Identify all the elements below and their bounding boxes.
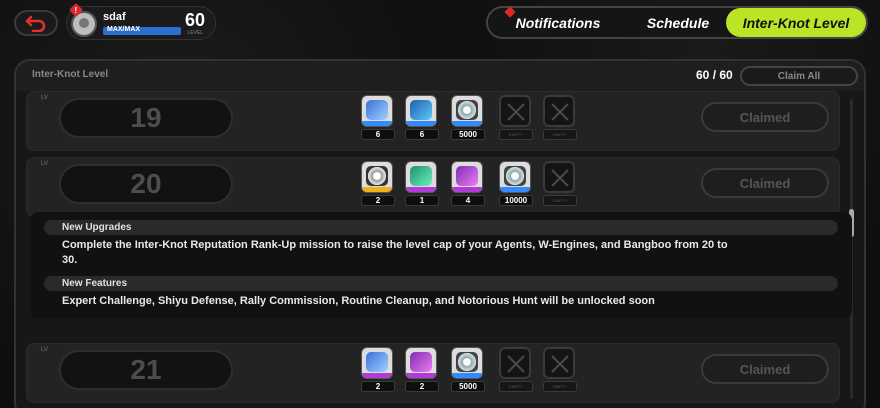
reward-empty-slot: EMPTY: [543, 347, 577, 393]
reward-qty: EMPTY: [543, 381, 577, 392]
wheel-icon: [456, 352, 478, 372]
row-lv-tag: LV: [41, 161, 48, 167]
row-level-number: 20: [59, 164, 233, 204]
reward-qty: 2: [361, 195, 395, 206]
wheel-icon: [504, 166, 526, 186]
reward-qty: EMPTY: [499, 129, 533, 140]
reward-qty: 6: [361, 129, 395, 140]
tab-bar: Notifications Schedule Inter-Knot Level: [486, 6, 868, 39]
reward-qty: 4: [451, 195, 485, 206]
reward-item[interactable]: 2: [361, 161, 395, 207]
new-features-heading: New Features: [44, 276, 838, 291]
claimed-button[interactable]: Claimed: [701, 168, 829, 198]
inter-knot-level-panel: Inter-Knot Level 60 / 60 Claim All LV 19…: [14, 59, 866, 408]
reward-item[interactable]: 5000: [451, 347, 485, 393]
player-level: 60: [184, 10, 205, 30]
reward-qty: 2: [361, 381, 395, 392]
reward-item[interactable]: 6: [361, 95, 395, 141]
tab-inter-knot-level[interactable]: Inter-Knot Level: [726, 8, 866, 37]
wheel-icon: [456, 100, 478, 120]
notification-alert-icon: [504, 6, 516, 18]
new-upgrades-text: Complete the Inter-Knot Reputation Rank-…: [62, 239, 728, 251]
level-progress-current: 60: [696, 68, 710, 82]
key-green-icon: [410, 166, 432, 186]
exp-bar: MAX/MAX: [103, 26, 181, 35]
exp-label: MAX/MAX: [107, 26, 141, 33]
reward-item[interactable]: 4: [451, 161, 485, 207]
reward-item[interactable]: 5000: [451, 95, 485, 141]
reward-item[interactable]: 2: [361, 347, 395, 393]
level-progress-sep: /: [709, 68, 720, 82]
row-level-number: 21: [59, 350, 233, 390]
reward-qty: 10000: [499, 195, 533, 206]
car-blue-icon: [366, 100, 388, 120]
claimed-button[interactable]: Claimed: [701, 102, 829, 132]
reward-item[interactable]: 10000: [499, 161, 533, 207]
claim-all-button[interactable]: Claim All: [740, 66, 858, 86]
player-level-tag: LEVEL: [187, 30, 203, 36]
new-upgrades-text-cont: 30.: [62, 254, 78, 266]
empty-slot-icon: [551, 355, 569, 373]
row-level-number: 19: [59, 98, 233, 138]
empty-slot-icon: [507, 355, 525, 373]
empty-slot-icon: [507, 103, 525, 121]
claimed-button[interactable]: Claimed: [701, 354, 829, 384]
reward-qty: EMPTY: [543, 195, 577, 206]
reward-qty: EMPTY: [543, 129, 577, 140]
row-lv-tag: LV: [41, 347, 48, 353]
level-progress-total: 60: [719, 68, 733, 82]
tab-notifications-label: Notifications: [515, 14, 601, 31]
car-pink-icon: [456, 166, 478, 186]
reward-qty: 5000: [451, 381, 485, 392]
reward-qty: 5000: [451, 129, 485, 140]
row-lv-tag: LV: [41, 95, 48, 101]
level-details: New Upgrades Complete the Inter-Knot Rep…: [30, 212, 852, 318]
reward-empty-slot: EMPTY: [543, 95, 577, 141]
empty-slot-icon: [551, 169, 569, 187]
tab-notifications[interactable]: Notifications: [498, 6, 618, 37]
wheel-gold-icon: [366, 166, 388, 186]
reward-item[interactable]: 6: [405, 95, 439, 141]
new-features-text: Expert Challenge, Shiyu Defense, Rally C…: [62, 295, 655, 307]
tab-inter-knot-level-label: Inter-Knot Level: [742, 14, 850, 31]
car-blue-icon: [366, 352, 388, 372]
reward-qty: 6: [405, 129, 439, 140]
username: sdaf: [103, 11, 126, 23]
reward-empty-slot: EMPTY: [543, 161, 577, 207]
panel-header: Inter-Knot Level 60 / 60 Claim All: [16, 61, 864, 91]
reward-item[interactable]: 1: [405, 161, 439, 207]
level-row-20: LV 20 2 1 4 10000 EMPTY Claimed: [26, 157, 840, 217]
tab-schedule-label: Schedule: [646, 14, 710, 31]
reward-qty: 2: [405, 381, 439, 392]
reward-empty-slot: EMPTY: [499, 347, 533, 393]
level-progress: 60 / 60: [696, 68, 733, 82]
reward-item[interactable]: 2: [405, 347, 439, 393]
reward-empty-slot: EMPTY: [499, 95, 533, 141]
tab-schedule[interactable]: Schedule: [634, 8, 722, 37]
level-row-19: LV 19 6 6 5000 EMPTY EMPTY Claimed: [26, 91, 840, 151]
car-cyan-icon: [410, 100, 432, 120]
new-upgrades-heading: New Upgrades: [44, 220, 838, 235]
empty-slot-icon: [551, 103, 569, 121]
reward-qty: 1: [405, 195, 439, 206]
panel-title: Inter-Knot Level: [32, 69, 109, 80]
player-profile[interactable]: ! sdaf MAX/MAX 60 LEVEL: [66, 2, 216, 40]
level-row-21: LV 21 2 2 5000 EMPTY EMPTY Claimed: [26, 343, 840, 403]
reward-qty: EMPTY: [499, 381, 533, 392]
back-arrow-icon: [25, 15, 46, 32]
back-button[interactable]: [14, 10, 58, 36]
car-pink-icon: [410, 352, 432, 372]
